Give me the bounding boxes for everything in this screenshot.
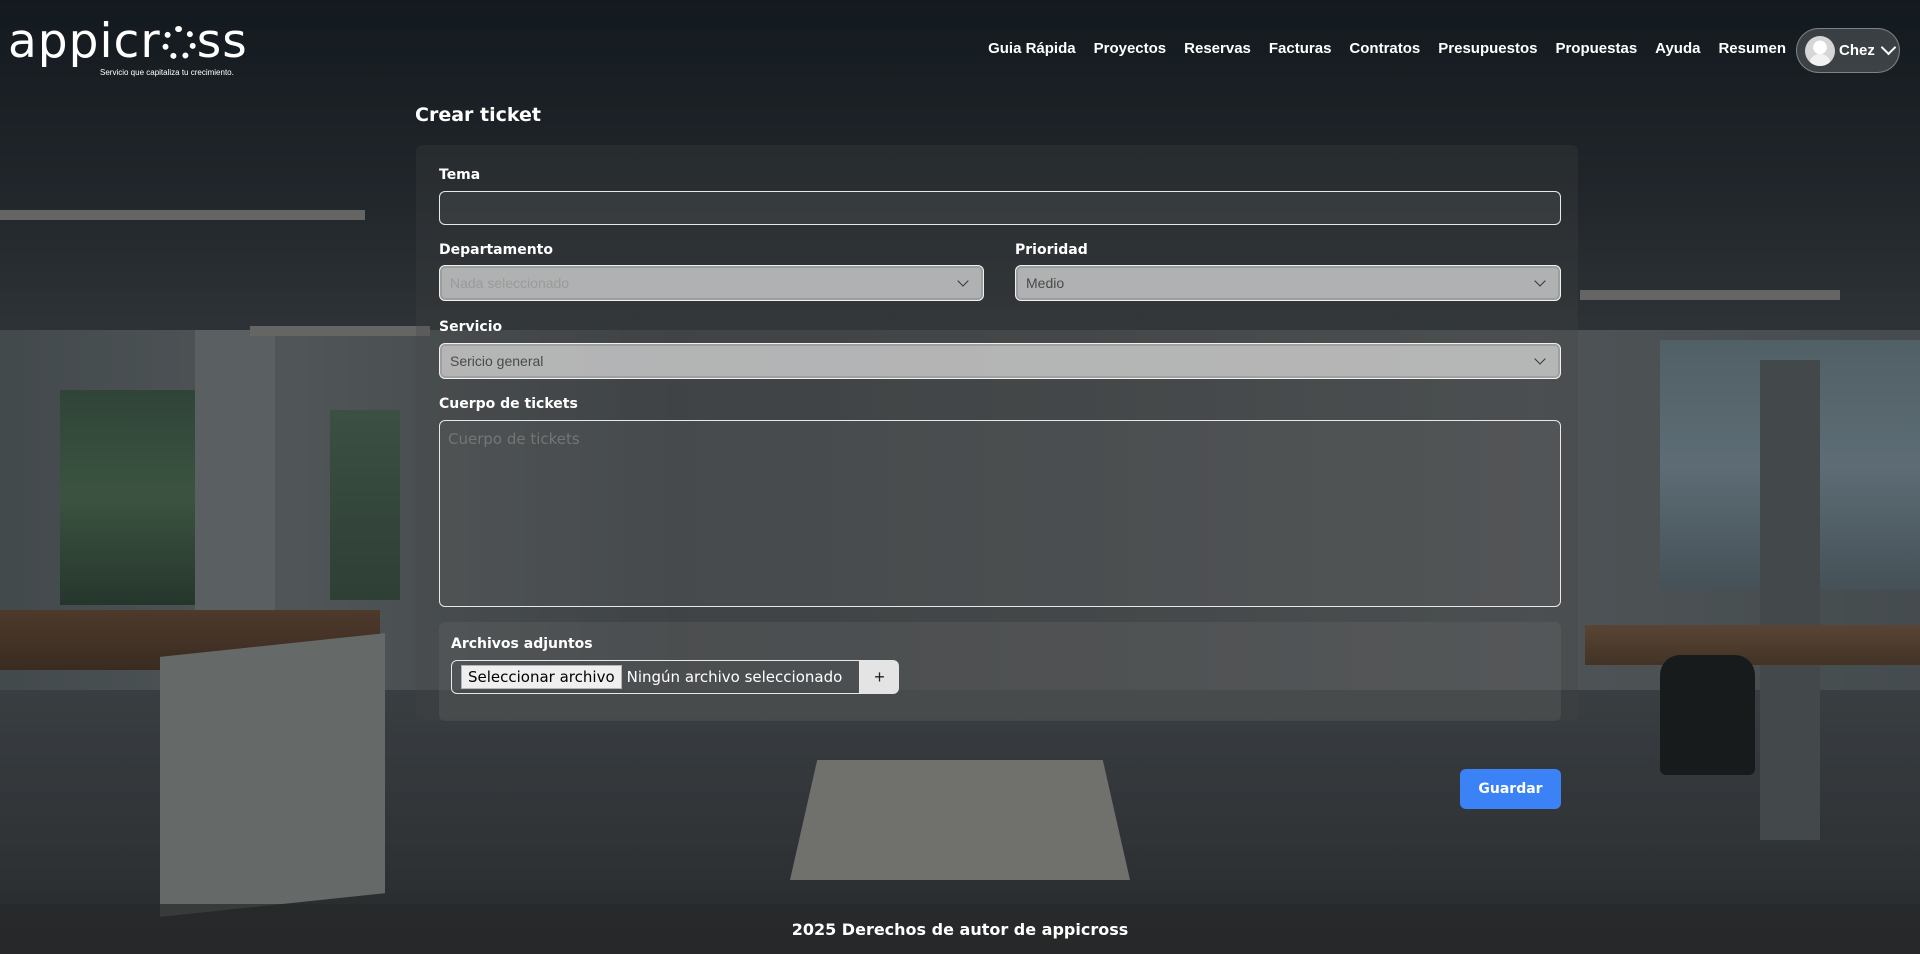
user-menu-button[interactable]: Chez	[1796, 28, 1900, 73]
tema-label: Tema	[439, 167, 481, 183]
departamento-label: Departamento	[439, 242, 553, 258]
chevron-down-icon	[1534, 353, 1546, 365]
nav-facturas[interactable]: Facturas	[1269, 40, 1332, 57]
user-name: Chez	[1839, 42, 1875, 59]
tema-input[interactable]	[439, 191, 1561, 225]
nav-reservas[interactable]: Reservas	[1184, 40, 1251, 57]
chevron-down-icon	[957, 275, 969, 287]
file-input[interactable]: Seleccionar archivo Ningún archivo selec…	[451, 660, 860, 694]
logo-gear-icon	[161, 26, 196, 60]
copyright-text: 2025 Derechos de autor de appicross	[791, 919, 1129, 939]
departamento-select[interactable]: Nada seleccionado	[439, 265, 984, 301]
chevron-down-icon	[1534, 275, 1546, 287]
page-title: Crear ticket	[415, 104, 541, 126]
cuerpo-label: Cuerpo de tickets	[439, 396, 578, 412]
servicio-select[interactable]: Sericio general	[439, 343, 1561, 379]
nav-propuestas[interactable]: Propuestas	[1555, 40, 1637, 57]
nav-contratos[interactable]: Contratos	[1349, 40, 1420, 57]
nav-resumen[interactable]: Resumen	[1718, 40, 1786, 57]
servicio-label: Servicio	[439, 319, 503, 335]
logo-wordmark: appicr ss	[8, 14, 248, 69]
avatar	[1805, 35, 1835, 66]
select-file-button[interactable]: Seleccionar archivo	[461, 665, 622, 689]
footer: 2025 Derechos de autor de appicross	[0, 904, 1920, 954]
cuerpo-textarea[interactable]	[439, 420, 1561, 607]
servicio-select-value: Sericio general	[450, 353, 544, 369]
nav-proyectos[interactable]: Proyectos	[1094, 40, 1167, 57]
departamento-select-value: Nada seleccionado	[450, 275, 570, 291]
save-button[interactable]: Guardar	[1460, 769, 1561, 809]
chevron-down-icon	[1880, 39, 1897, 56]
nav-presupuestos[interactable]: Presupuestos	[1438, 40, 1537, 57]
nav-guia-rapida[interactable]: Guia Rápida	[988, 40, 1076, 57]
appicross-logo[interactable]: appicr ss Servicio que capitaliza tu crec…	[8, 14, 248, 77]
add-attachment-button[interactable]: +	[860, 660, 899, 694]
prioridad-label: Prioridad	[1015, 242, 1088, 258]
nav-ayuda[interactable]: Ayuda	[1655, 40, 1700, 57]
file-status: Ningún archivo seleccionado	[626, 668, 843, 686]
prioridad-select[interactable]: Medio	[1015, 265, 1561, 301]
top-header: appicr ss Servicio que capitaliza tu crec…	[0, 0, 1920, 100]
prioridad-select-value: Medio	[1026, 275, 1065, 291]
attachments-label: Archivos adjuntos	[451, 636, 593, 652]
plus-icon: +	[874, 666, 885, 687]
logo-tagline: Servicio que capitaliza tu crecimiento.	[100, 68, 234, 77]
main-nav: Guia Rápida Proyectos Reservas Facturas …	[988, 40, 1786, 57]
